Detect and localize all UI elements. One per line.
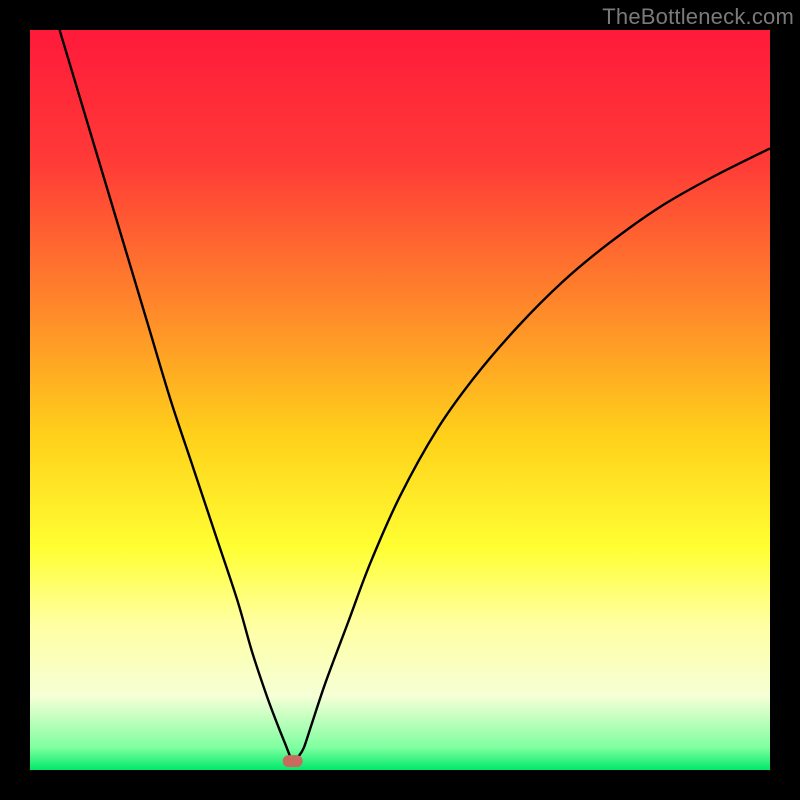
- plot-svg: [30, 30, 770, 770]
- minimum-marker: [283, 755, 303, 767]
- watermark-label: TheBottleneck.com: [602, 4, 794, 30]
- gradient-background: [30, 30, 770, 770]
- chart-frame: TheBottleneck.com: [0, 0, 800, 800]
- plot-area: [30, 30, 770, 770]
